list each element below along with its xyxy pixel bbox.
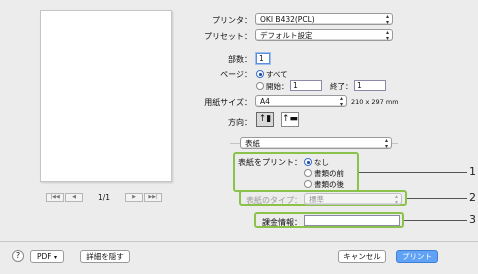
cover-before-label: 書類の前 <box>314 169 344 178</box>
pages-from-label: 開始： <box>266 82 289 91</box>
copies-label: 部数： <box>228 55 252 64</box>
callout-2: 2 <box>469 191 476 204</box>
cover-type-value: 標準 <box>309 195 324 204</box>
pages-to-field[interactable]: 1 <box>354 80 386 91</box>
landscape-orientation-button[interactable]: ↑▬ <box>281 112 299 127</box>
orientation-label: 方向： <box>228 118 252 127</box>
paper-size-label: 用紙サイズ： <box>204 98 252 107</box>
updown-arrows-icon: ▴ ▾ <box>385 13 389 26</box>
help-button[interactable]: ? <box>12 250 24 262</box>
pdf-menu-button[interactable]: PDF ▾ <box>30 250 64 263</box>
updown-arrows-icon: ▴ ▾ <box>394 193 398 206</box>
paper-dimensions: 210 x 297 mm <box>351 98 399 106</box>
paper-size-value: A4 <box>260 97 270 106</box>
section-popup[interactable]: 表紙 ▴ ▾ <box>240 137 392 150</box>
cover-none-radio[interactable] <box>304 158 312 166</box>
cover-after-label: 書類の後 <box>314 180 344 189</box>
portrait-orientation-button[interactable]: ↑▮ <box>256 112 274 127</box>
print-button[interactable]: プリント <box>396 250 438 263</box>
callout-3-line <box>404 220 467 221</box>
dropdown-arrow-icon: ▾ <box>54 254 58 261</box>
preset-label: プリセット： <box>204 32 252 41</box>
pages-all-label: すべて <box>266 70 288 79</box>
updown-arrows-icon: ▴ ▾ <box>384 137 388 150</box>
billing-field[interactable] <box>304 215 400 226</box>
next-page-button[interactable]: ▶ <box>125 193 143 202</box>
landscape-icon: ↑▬ <box>282 114 299 124</box>
callout-3: 3 <box>469 213 476 226</box>
updown-arrows-icon: ▴ ▾ <box>385 29 389 42</box>
billing-label: 課金情報： <box>262 218 302 227</box>
printer-value: OKI B432(PCL) <box>260 15 315 24</box>
cover-before-radio[interactable] <box>304 169 312 177</box>
callout-1-line <box>359 172 467 173</box>
preset-value: デフォルト設定 <box>260 31 313 40</box>
printer-label: プリンタ： <box>212 16 252 25</box>
cover-type-label: 表紙のタイプ： <box>246 196 302 205</box>
section-popup-value: 表紙 <box>245 139 260 148</box>
pages-to-label: 終了： <box>330 82 353 91</box>
last-page-button[interactable]: ▶▶| <box>144 193 162 202</box>
callout-1: 1 <box>469 165 476 178</box>
printer-popup[interactable]: OKI B432(PCL) ▴ ▾ <box>255 13 393 26</box>
cancel-button[interactable]: キャンセル <box>338 250 386 263</box>
pages-from-field[interactable]: 1 <box>290 80 322 91</box>
cover-page-label: 表紙をプリント： <box>238 158 302 167</box>
copies-field[interactable]: 1 <box>256 53 270 64</box>
cover-type-popup[interactable]: 標準 ▴ ▾ <box>304 193 402 206</box>
hide-details-button[interactable]: 詳細を隠す <box>80 250 130 263</box>
updown-arrows-icon: ▴ ▾ <box>339 95 343 108</box>
callout-2-line <box>407 198 467 199</box>
print-preview <box>40 10 172 182</box>
preset-popup[interactable]: デフォルト設定 ▴ ▾ <box>255 29 393 42</box>
portrait-icon: ↑▮ <box>258 114 272 124</box>
bottom-divider <box>0 241 478 242</box>
cover-after-radio[interactable] <box>304 180 312 188</box>
pages-all-radio[interactable] <box>256 70 264 78</box>
cover-none-label: なし <box>314 158 329 167</box>
page-indicator: 1/1 <box>98 193 111 202</box>
prev-page-button[interactable]: ◀ <box>65 193 83 202</box>
pages-label: ページ： <box>220 70 252 79</box>
paper-size-popup[interactable]: A4 ▴ ▾ <box>255 95 347 108</box>
pages-range-radio[interactable] <box>256 82 264 90</box>
pdf-label: PDF <box>36 252 52 261</box>
first-page-button[interactable]: |◀◀ <box>46 193 64 202</box>
